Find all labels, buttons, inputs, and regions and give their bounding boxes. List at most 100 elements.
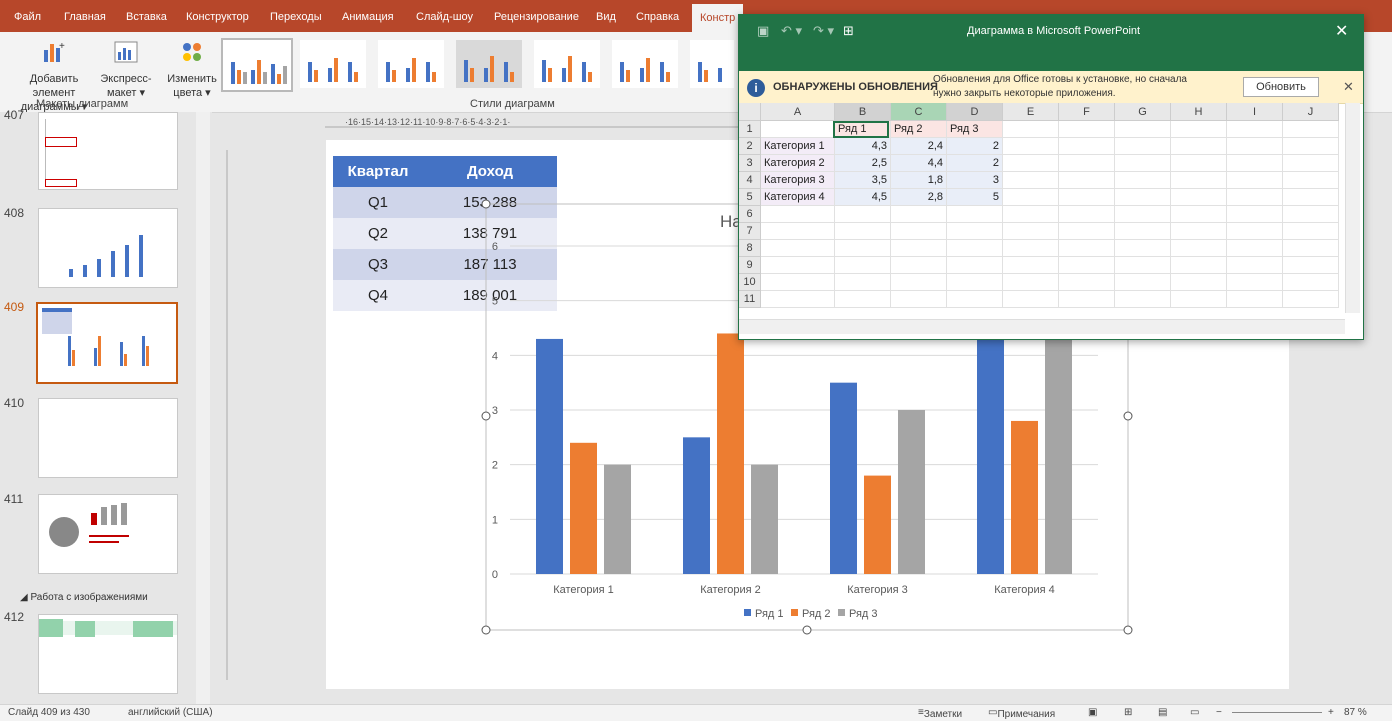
grid-cell[interactable]: 2,8 <box>891 189 947 206</box>
grid-cell[interactable] <box>1059 206 1115 223</box>
grid-cell[interactable] <box>1115 291 1171 308</box>
grid-cell[interactable] <box>1227 291 1283 308</box>
grid-cell[interactable] <box>1171 189 1227 206</box>
grid-cell[interactable] <box>835 291 891 308</box>
grid-cell[interactable] <box>1115 257 1171 274</box>
grid-cell[interactable] <box>1227 240 1283 257</box>
grid-cell[interactable] <box>1115 223 1171 240</box>
grid-cell[interactable]: 2 <box>947 138 1003 155</box>
grid-cell[interactable] <box>947 291 1003 308</box>
tab-review[interactable]: Рецензирование <box>494 0 579 32</box>
grid-cell[interactable]: 2,5 <box>835 155 891 172</box>
chart-style-2[interactable] <box>300 40 366 88</box>
row-header[interactable]: 8 <box>739 240 761 257</box>
info-close-icon[interactable]: ✕ <box>1343 79 1354 95</box>
row-header[interactable]: 1 <box>739 121 761 138</box>
grid-cell[interactable] <box>1059 240 1115 257</box>
grid-cell[interactable] <box>1059 138 1115 155</box>
grid-cell[interactable] <box>1171 121 1227 138</box>
select-all-corner[interactable] <box>739 103 761 121</box>
grid-cell[interactable] <box>947 274 1003 291</box>
grid-cell[interactable] <box>1059 291 1115 308</box>
grid-cell[interactable] <box>1227 189 1283 206</box>
grid-cell[interactable] <box>1283 291 1339 308</box>
undo-icon[interactable]: ↶ ▾ <box>781 23 802 39</box>
row-header[interactable]: 4 <box>739 172 761 189</box>
excel-title-bar[interactable]: ▣ ↶ ▾ ↷ ▾ ⊞ Диаграмма в Microsoft PowerP… <box>739 15 1363 71</box>
chart-style-6[interactable] <box>612 40 678 88</box>
row-header[interactable]: 7 <box>739 223 761 240</box>
grid-cell[interactable] <box>1003 138 1059 155</box>
chart-style-5[interactable] <box>534 40 600 88</box>
grid-cell[interactable] <box>1115 138 1171 155</box>
column-header[interactable]: E <box>1003 103 1059 121</box>
chart-legend[interactable]: Ряд 1 Ряд 2 Ряд 3 <box>744 608 878 620</box>
grid-cell[interactable] <box>1059 121 1115 138</box>
grid-cell[interactable] <box>1115 155 1171 172</box>
slide-thumbnail-407[interactable] <box>38 112 178 190</box>
grid-cell[interactable] <box>1283 274 1339 291</box>
column-header[interactable]: H <box>1171 103 1227 121</box>
tab-help[interactable]: Справка <box>636 0 679 32</box>
grid-cell[interactable]: Ряд 3 <box>947 121 1003 138</box>
grid-cell[interactable] <box>1003 223 1059 240</box>
slide-sorter-icon[interactable]: ⊞ <box>1124 707 1132 718</box>
grid-cell[interactable]: 4,3 <box>835 138 891 155</box>
grid-cell[interactable] <box>1227 206 1283 223</box>
grid-cell[interactable] <box>1283 155 1339 172</box>
grid-cell[interactable] <box>1227 274 1283 291</box>
grid-cell[interactable] <box>1227 138 1283 155</box>
section-header[interactable]: ◢ Работа с изображениями <box>20 592 148 603</box>
grid-cell[interactable] <box>761 291 835 308</box>
notes-button[interactable]: ≡ Заметки <box>918 707 962 720</box>
grid-cell[interactable] <box>1059 257 1115 274</box>
grid-cell[interactable] <box>1227 155 1283 172</box>
grid-cell[interactable] <box>1283 240 1339 257</box>
grid-cell[interactable] <box>1059 223 1115 240</box>
grid-cell[interactable] <box>1003 155 1059 172</box>
grid-cell[interactable] <box>1059 189 1115 206</box>
tab-view[interactable]: Вид <box>596 0 616 32</box>
zoom-slider[interactable] <box>1232 712 1322 713</box>
grid-cell[interactable]: Ряд 2 <box>891 121 947 138</box>
grid-cell[interactable]: 3,5 <box>835 172 891 189</box>
tab-file[interactable]: Файл <box>14 0 41 32</box>
row-header[interactable]: 6 <box>739 206 761 223</box>
save-icon[interactable]: ▣ <box>757 23 769 39</box>
grid-cell[interactable] <box>1227 257 1283 274</box>
horizontal-scrollbar[interactable] <box>739 319 1345 334</box>
grid-cell[interactable] <box>1003 189 1059 206</box>
slide-thumbnail-412[interactable] <box>38 614 178 694</box>
grid-cell[interactable] <box>1171 274 1227 291</box>
column-header[interactable]: J <box>1283 103 1339 121</box>
grid-cell[interactable] <box>1003 291 1059 308</box>
grid-cell[interactable] <box>1171 240 1227 257</box>
grid-cell[interactable] <box>1003 257 1059 274</box>
grid-cell[interactable] <box>1227 223 1283 240</box>
grid-cell[interactable] <box>835 257 891 274</box>
column-header[interactable]: G <box>1115 103 1171 121</box>
grid-cell[interactable] <box>891 274 947 291</box>
grid-cell[interactable] <box>1283 138 1339 155</box>
slide-thumbnail-411[interactable] <box>38 494 178 574</box>
tab-chart-design[interactable]: Констр <box>692 4 744 32</box>
grid-cell[interactable] <box>1059 274 1115 291</box>
grid-cell[interactable] <box>891 240 947 257</box>
grid-cell[interactable]: 1,8 <box>891 172 947 189</box>
grid-cell[interactable] <box>891 223 947 240</box>
slideshow-view-icon[interactable]: ▭ <box>1190 707 1199 718</box>
grid-cell[interactable] <box>835 240 891 257</box>
grid-cell[interactable] <box>1227 172 1283 189</box>
column-header[interactable]: B <box>835 103 891 121</box>
grid-cell[interactable] <box>1283 223 1339 240</box>
grid-cell[interactable] <box>891 206 947 223</box>
zoom-out-icon[interactable]: − <box>1216 707 1222 718</box>
grid-cell[interactable]: 5 <box>947 189 1003 206</box>
grid-cell[interactable] <box>761 257 835 274</box>
reading-view-icon[interactable]: ▤ <box>1158 707 1167 718</box>
column-header[interactable]: C <box>891 103 947 121</box>
grid-cell[interactable] <box>1171 291 1227 308</box>
row-header[interactable]: 10 <box>739 274 761 291</box>
zoom-level[interactable]: 87 % <box>1344 707 1367 718</box>
grid-cell[interactable] <box>1283 257 1339 274</box>
